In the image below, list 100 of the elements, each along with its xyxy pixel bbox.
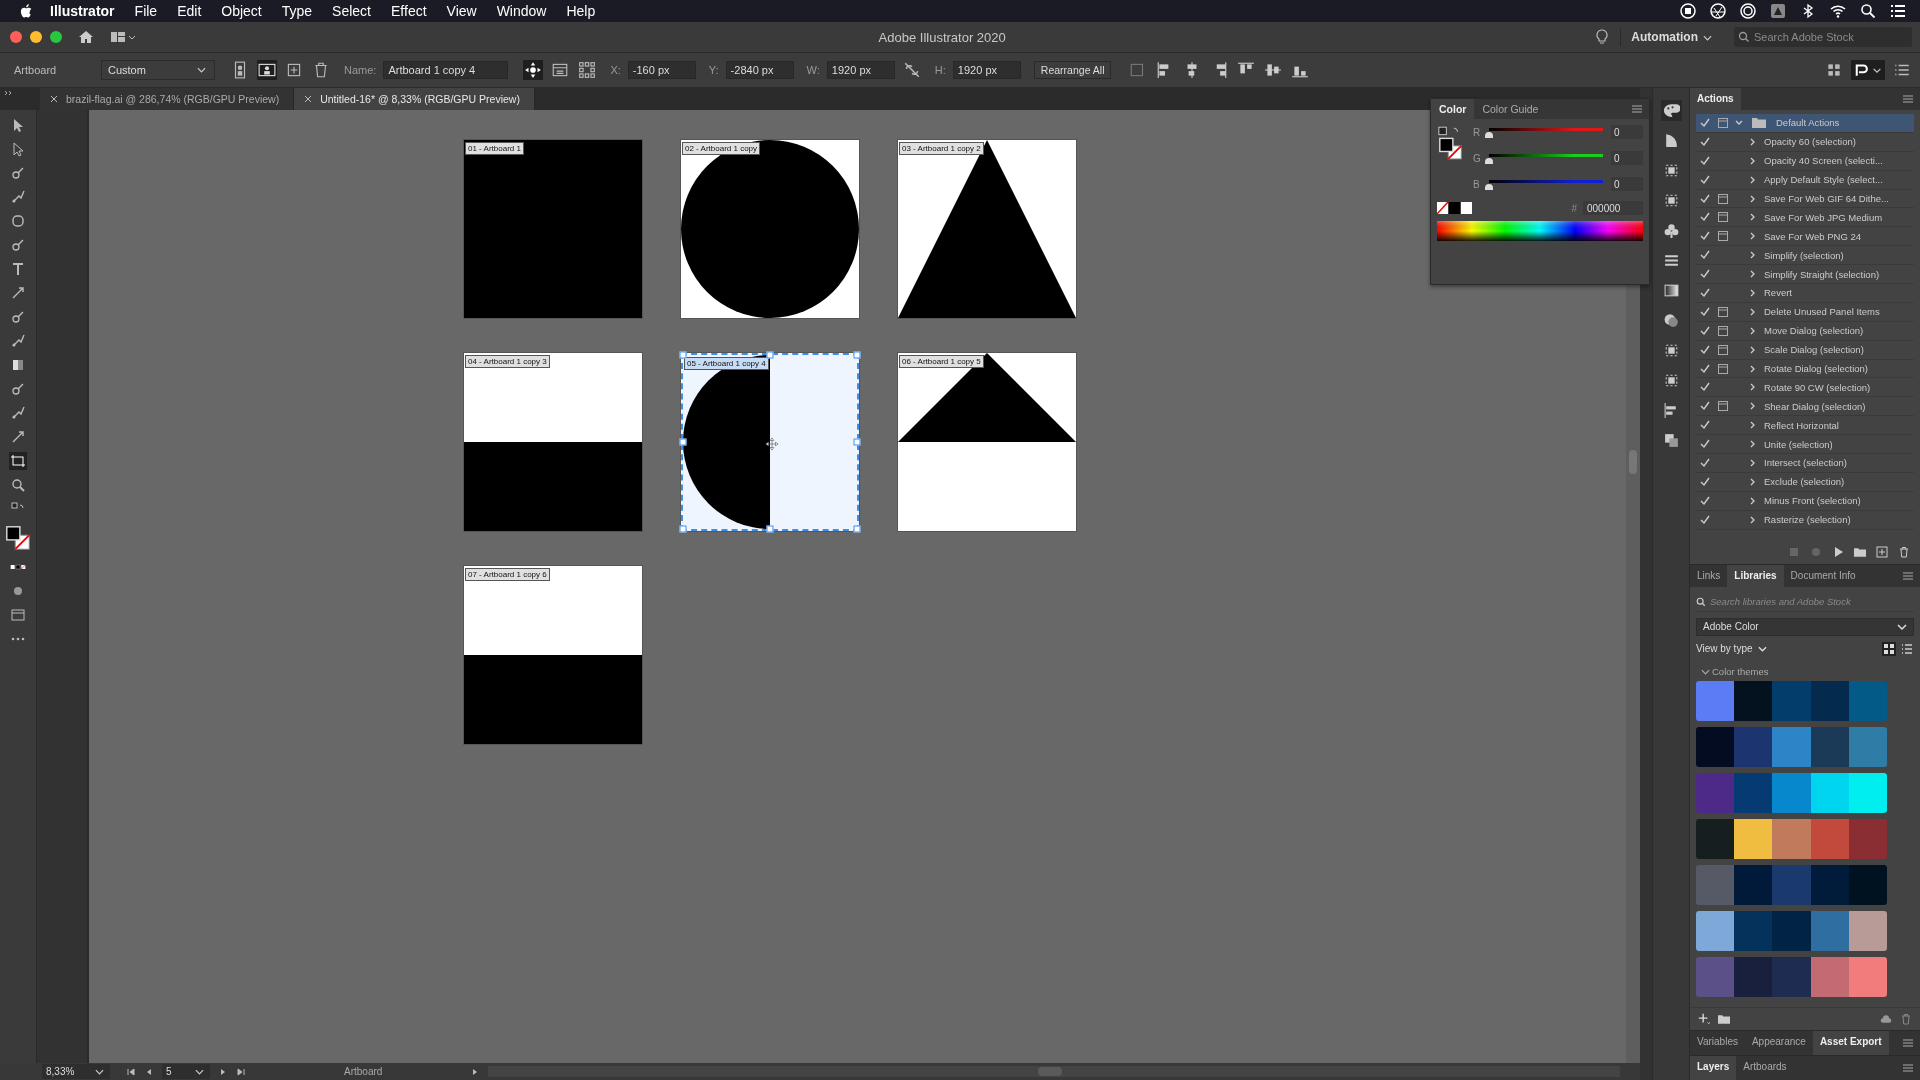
- menu-item[interactable]: Edit: [177, 3, 202, 19]
- slider-thumb[interactable]: [1485, 132, 1493, 138]
- record-icon[interactable]: [1680, 3, 1696, 19]
- rearrange-all-button[interactable]: Rearrange All: [1033, 61, 1112, 79]
- panel-toggle-icon[interactable]: [1851, 60, 1885, 80]
- action-row[interactable]: Minus Front (selection): [1696, 491, 1914, 511]
- menu-item[interactable]: Select: [332, 3, 371, 19]
- resize-handle[interactable]: [853, 525, 861, 533]
- artboard[interactable]: 07 - Artboard 1 copy 6: [464, 566, 642, 744]
- artboard-tool-icon[interactable]: [9, 452, 27, 470]
- panel-menu-icon[interactable]: [1902, 94, 1914, 104]
- coordinate-field[interactable]: 1920 px: [826, 61, 895, 79]
- resize-handle[interactable]: [679, 351, 687, 359]
- panel-tab[interactable]: Asset Export: [1812, 1031, 1889, 1055]
- action-row[interactable]: Move Dialog (selection): [1696, 321, 1914, 341]
- action-row[interactable]: Shear Dialog (selection): [1696, 397, 1914, 417]
- action-row[interactable]: Intersect (selection): [1696, 454, 1914, 473]
- menu-item[interactable]: File: [134, 3, 158, 19]
- last-icon[interactable]: [236, 1066, 246, 1077]
- color-slider-track[interactable]: [1489, 180, 1603, 183]
- color-themes-section-header[interactable]: Color themes: [1696, 665, 1914, 677]
- menu-item[interactable]: Window: [496, 3, 547, 19]
- library-dropdown[interactable]: Adobe Color: [1696, 617, 1914, 636]
- stock-search-box[interactable]: Search Adobe Stock: [1734, 27, 1912, 47]
- resize-handle[interactable]: [766, 525, 774, 533]
- panel-tab[interactable]: Color Guide: [1474, 99, 1547, 119]
- panel-tab[interactable]: Appearance: [1744, 1031, 1813, 1055]
- artboard[interactable]: 06 - Artboard 1 copy 5: [898, 353, 1076, 531]
- color-spectrum[interactable]: [1437, 221, 1643, 241]
- action-row[interactable]: Save For Web PNG 24: [1696, 227, 1914, 247]
- move-artwork-icon[interactable]: [523, 60, 544, 80]
- grid-view-icon[interactable]: [1882, 641, 1896, 656]
- screen-mode-icon[interactable]: [9, 606, 27, 624]
- fill-stroke-icon[interactable]: [1437, 125, 1465, 163]
- resize-handle[interactable]: [679, 438, 687, 446]
- list-view-icon[interactable]: [1900, 641, 1914, 656]
- artboard[interactable]: 05 - Artboard 1 copy 4: [681, 353, 859, 531]
- play-icon[interactable]: [1832, 545, 1844, 558]
- panel-tab[interactable]: Links: [1690, 564, 1728, 587]
- panel-tab[interactable]: Layers: [1690, 1056, 1737, 1080]
- menu-item[interactable]: Type: [281, 3, 313, 19]
- slider-thumb[interactable]: [1485, 184, 1493, 190]
- action-row[interactable]: Rotate Dialog (selection): [1696, 359, 1914, 379]
- preset-dropdown[interactable]: Custom: [101, 60, 215, 80]
- trash-icon[interactable]: [1898, 545, 1910, 558]
- menu-item[interactable]: View: [446, 3, 477, 19]
- panel-tab[interactable]: Artboards: [1736, 1056, 1794, 1080]
- close-window-button[interactable]: [10, 31, 22, 43]
- coordinate-field[interactable]: -2840 px: [725, 61, 794, 79]
- actions-panel-title[interactable]: Actions: [1690, 88, 1741, 110]
- panel-tab[interactable]: Document Info: [1783, 564, 1863, 587]
- color-theme-swatch[interactable]: [1696, 680, 1887, 721]
- color-theme-swatch[interactable]: [1696, 956, 1887, 997]
- resize-handle[interactable]: [853, 351, 861, 359]
- apple-logo-icon[interactable]: [20, 4, 32, 18]
- coordinate-field[interactable]: -160 px: [627, 61, 696, 79]
- zoom-icon[interactable]: [9, 476, 27, 494]
- panel-menu-icon[interactable]: [1902, 1063, 1914, 1073]
- panel-menu-icon[interactable]: [1902, 570, 1914, 581]
- panel-menu-icon[interactable]: [1631, 104, 1643, 114]
- action-set-row[interactable]: Default Actions: [1696, 114, 1914, 133]
- action-row[interactable]: Exclude (selection): [1696, 472, 1914, 492]
- folder-icon[interactable]: [1718, 1013, 1730, 1025]
- zoom-window-button[interactable]: [50, 31, 62, 43]
- action-row[interactable]: Reflect Horizontal: [1696, 416, 1914, 436]
- color-slider-track[interactable]: [1489, 128, 1603, 131]
- action-row[interactable]: Revert: [1696, 284, 1914, 303]
- resize-handle[interactable]: [853, 438, 861, 446]
- name-field[interactable]: Artboard 1 copy 4: [383, 61, 509, 79]
- folder-icon[interactable]: [1854, 545, 1866, 558]
- menu-item[interactable]: Object: [221, 3, 262, 19]
- resize-handle[interactable]: [766, 351, 774, 359]
- action-row[interactable]: Delete Unused Panel Items: [1696, 302, 1914, 322]
- ellipse-tool-icon[interactable]: [9, 212, 27, 230]
- view-by-type-dropdown[interactable]: View by type: [1696, 643, 1769, 655]
- action-row[interactable]: Save For Web JPG Medium: [1696, 208, 1914, 228]
- action-row[interactable]: Save For Web GIF 64 Dithe...: [1696, 189, 1914, 209]
- action-row[interactable]: Scale Dialog (selection): [1696, 340, 1914, 360]
- color-theme-swatch[interactable]: [1696, 726, 1887, 767]
- coordinate-field[interactable]: 1920 px: [952, 61, 1021, 79]
- app-name-menu[interactable]: Illustrator: [50, 3, 115, 19]
- layout-switcher-icon[interactable]: [110, 29, 136, 45]
- channel-value-field[interactable]: 0: [1611, 125, 1643, 139]
- document-tab[interactable]: Untitled-16* @ 8,33% (RGB/GPU Preview): [294, 88, 535, 110]
- landscape-icon[interactable]: [257, 60, 277, 80]
- first-icon[interactable]: [126, 1066, 136, 1077]
- panel-tab[interactable]: Variables: [1690, 1031, 1745, 1055]
- library-search-box[interactable]: Search libraries and Adobe Stock: [1696, 592, 1914, 612]
- horizontal-scrollbar[interactable]: [488, 1066, 1620, 1077]
- wifi-icon[interactable]: [1830, 3, 1846, 19]
- action-row[interactable]: Rotate 90 CW (selection): [1696, 378, 1914, 398]
- grid-icon[interactable]: [577, 60, 598, 80]
- close-icon[interactable]: [50, 95, 58, 103]
- color-theme-swatch[interactable]: [1696, 864, 1887, 905]
- resize-handle[interactable]: [679, 525, 687, 533]
- slider-thumb[interactable]: [1485, 158, 1493, 164]
- action-row[interactable]: Unite (selection): [1696, 435, 1914, 455]
- stock-search-field[interactable]: Search Adobe Stock: [1754, 31, 1904, 43]
- action-row[interactable]: Opacity 60 (selection): [1696, 132, 1914, 152]
- panel-tab[interactable]: Color: [1431, 99, 1475, 119]
